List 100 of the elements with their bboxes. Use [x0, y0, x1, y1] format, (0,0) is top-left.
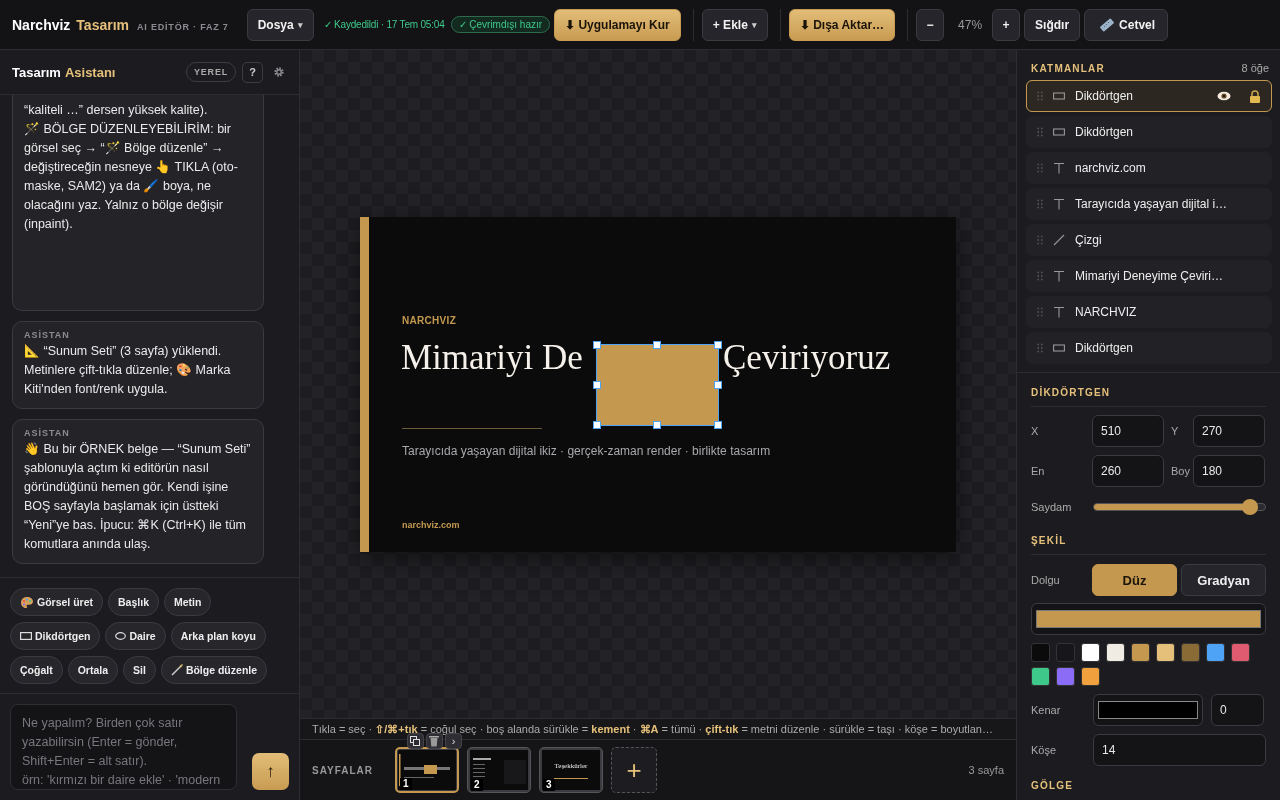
- quick-action-chip[interactable]: Görsel üret: [10, 588, 104, 616]
- quick-action-chip[interactable]: Çoğalt: [10, 656, 63, 684]
- text-icon: [1053, 162, 1065, 174]
- copy-icon: [410, 736, 421, 746]
- field-label: X: [1031, 425, 1040, 437]
- layer-item[interactable]: narchviz.com: [1026, 152, 1272, 184]
- quick-action-chip[interactable]: Metin: [163, 588, 212, 616]
- quick-action-chip[interactable]: Dikdörtgen: [10, 622, 101, 650]
- number-field[interactable]: 180: [1193, 455, 1265, 487]
- lock-icon: [1249, 89, 1261, 103]
- palette-icon: [20, 595, 34, 609]
- number-field[interactable]: 510: [1092, 415, 1164, 447]
- layer-item[interactable]: Tarayıcıda yaşayan dijital i…: [1026, 188, 1272, 220]
- color-swatch[interactable]: [1156, 643, 1175, 662]
- fill-color-field[interactable]: [1031, 603, 1266, 635]
- section-title: KATMANLAR: [1031, 62, 1105, 74]
- text-icon: [1053, 270, 1065, 282]
- drag-handle-icon: [1037, 163, 1043, 173]
- delete-page-button[interactable]: [426, 733, 443, 749]
- stroke-color-field[interactable]: [1093, 694, 1203, 726]
- slide-preview-drawing: [542, 750, 600, 790]
- install-button[interactable]: ⬇ Uygulamayı Kur: [554, 8, 681, 41]
- quick-action-chip[interactable]: Arka plan koyu: [170, 622, 266, 650]
- zoom-in-button[interactable]: +: [992, 8, 1021, 41]
- resize-handle[interactable]: [714, 340, 722, 349]
- layer-item[interactable]: Dikdörtgen: [1026, 80, 1272, 112]
- slide-preview-drawing: [470, 750, 528, 790]
- message-role: ASİSTAN: [24, 330, 71, 340]
- quick-action-chip[interactable]: Ortala: [67, 656, 119, 684]
- quick-action-chip[interactable]: Sil: [123, 656, 156, 684]
- next-button[interactable]: ›: [445, 733, 462, 749]
- number-field[interactable]: 260: [1092, 455, 1164, 487]
- zoom-out-button[interactable]: −: [916, 8, 945, 41]
- prompt-field[interactable]: Ne yapalım? Birden çok satır yazabilirsin (Enter = gönder, Shift+Enter = alt satır). örn: 'kırmızı bir daire ekle' · 'modern: [10, 704, 237, 790]
- save-status: ✓ Kaydedildi · 17 Tem 05:04: [323, 19, 445, 30]
- color-swatch[interactable]: [1181, 643, 1200, 662]
- line-icon: [1053, 234, 1065, 246]
- color-swatch[interactable]: [1231, 643, 1250, 662]
- color-swatch[interactable]: [1031, 643, 1050, 662]
- field-label: Boy: [1170, 465, 1191, 477]
- resize-handle[interactable]: [714, 420, 722, 429]
- resize-handle[interactable]: [593, 380, 601, 389]
- panel-title-accent: Asistanı: [64, 64, 116, 80]
- file-menu-button[interactable]: Dosya ▾: [246, 8, 314, 41]
- duplicate-page-button[interactable]: [407, 733, 424, 749]
- fit-button[interactable]: Sığdır: [1024, 8, 1081, 41]
- rectangle-icon: [1053, 342, 1065, 354]
- text-icon: [1053, 306, 1065, 318]
- layer-item[interactable]: Dikdörtgen: [1026, 332, 1272, 364]
- slide-subtitle: Tarayıcıda yaşayan dijital ikiz · gerçek-zaman render · birlikte tasarım: [402, 443, 771, 458]
- slider-thumb[interactable]: [1241, 499, 1258, 515]
- number-field[interactable]: 14: [1093, 734, 1266, 766]
- drag-handle-icon: [1037, 343, 1043, 353]
- layer-item[interactable]: Dikdörtgen: [1026, 116, 1272, 148]
- layer-item[interactable]: Mimariyi Deneyime Çeviri…: [1026, 260, 1272, 292]
- color-swatch[interactable]: [1031, 667, 1050, 686]
- resize-handle[interactable]: [714, 380, 722, 389]
- layer-item[interactable]: NARCHVIZ: [1026, 296, 1272, 328]
- app-name-accent: Tasarım: [76, 16, 130, 33]
- layer-item[interactable]: Çizgi: [1026, 224, 1272, 256]
- fill-mode-tab[interactable]: Düz: [1092, 564, 1177, 596]
- page-thumbnail[interactable]: 1: [395, 747, 459, 793]
- resize-handle[interactable]: [593, 420, 601, 429]
- fill-mode-tab[interactable]: Gradyan: [1181, 564, 1266, 596]
- drag-handle-icon: [1037, 307, 1043, 317]
- resize-handle[interactable]: [593, 340, 601, 349]
- wand-icon: [170, 664, 183, 676]
- export-button[interactable]: ⬇ Dışa Aktar…: [788, 8, 896, 41]
- ruler-button[interactable]: Cetvel: [1084, 8, 1169, 41]
- color-swatch[interactable]: [1081, 643, 1100, 662]
- number-field[interactable]: 0: [1211, 694, 1264, 726]
- panel-title: Tasarım: [12, 64, 61, 80]
- help-button[interactable]: ?: [242, 61, 263, 83]
- resize-handle[interactable]: [653, 420, 661, 429]
- app-subtitle: AI EDİTÖR · FAZ 7: [137, 21, 229, 32]
- message-text: 👋 Bu bir ÖRNEK belge — “Sunum Seti” şablonuyla açtım ki editörün nasıl göründüğünü hemen gör. Kendi işine BOŞ sayfayla başlamak için üstteki “Yeni”ye bas. İpucu: ⌘K (Ctrl+K) ile tüm komutlara anında ulaş.: [24, 441, 252, 553]
- page-thumbnail[interactable]: 2: [467, 747, 531, 793]
- color-swatch[interactable]: [1206, 643, 1225, 662]
- eye-icon: [1217, 91, 1231, 101]
- color-swatch[interactable]: [1056, 667, 1075, 686]
- color-swatch[interactable]: [1106, 643, 1125, 662]
- zoom-level: 47%: [957, 17, 984, 32]
- field-label: Saydam: [1031, 501, 1073, 513]
- page-count: 3 sayfa: [968, 764, 1004, 776]
- number-field[interactable]: 270: [1193, 415, 1265, 447]
- quick-action-chip[interactable]: Başlık: [108, 588, 159, 616]
- drag-handle-icon: [1037, 271, 1043, 281]
- quick-action-chip[interactable]: Bölge düzenle: [160, 656, 268, 684]
- offline-badge: ✓ Çevrimdışı hazır: [450, 16, 551, 33]
- drag-handle-icon: [1037, 91, 1043, 101]
- color-swatch[interactable]: [1081, 667, 1100, 686]
- drag-handle-icon: [1037, 235, 1043, 245]
- send-button[interactable]: ↑: [251, 753, 289, 790]
- add-page-button[interactable]: +: [611, 747, 657, 793]
- color-swatch[interactable]: [1056, 643, 1075, 662]
- resize-handle[interactable]: [653, 340, 661, 349]
- quick-action-chip[interactable]: Daire: [105, 622, 166, 650]
- add-menu-button[interactable]: + Ekle ▾: [701, 8, 768, 41]
- color-swatch[interactable]: [1131, 643, 1150, 662]
- field-label: Kenar: [1031, 704, 1062, 716]
